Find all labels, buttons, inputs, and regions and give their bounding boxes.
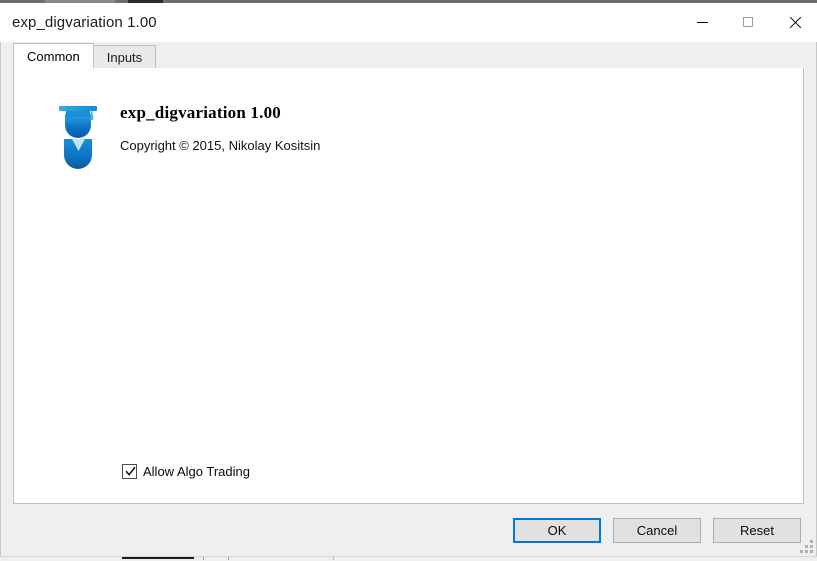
allow-algo-trading-label: Allow Algo Trading bbox=[143, 464, 250, 479]
background-tick-3 bbox=[333, 557, 334, 560]
cancel-button-label: Cancel bbox=[636, 522, 678, 538]
tab-common[interactable]: Common bbox=[13, 43, 94, 68]
maximize-button[interactable] bbox=[725, 3, 771, 41]
tab-inputs[interactable]: Inputs bbox=[92, 45, 157, 68]
product-copyright: Copyright © 2015, Nikolay Kositsin bbox=[120, 138, 321, 153]
window-title: exp_digvariation 1.00 bbox=[12, 13, 157, 31]
dialog-footer: OK Cancel Reset bbox=[1, 504, 816, 556]
dialog-window: exp_digvariation 1.00 Common Inputs exp_… bbox=[0, 3, 817, 557]
background-taskbar-segment bbox=[122, 557, 194, 559]
product-meta: exp_digvariation 1.00 Copyright © 2015, … bbox=[120, 95, 320, 153]
minimize-icon bbox=[696, 21, 708, 23]
resize-grip[interactable] bbox=[800, 540, 813, 553]
allow-algo-trading-row[interactable]: Allow Algo Trading bbox=[122, 464, 250, 479]
graduate-expert-icon bbox=[50, 99, 108, 171]
tab-common-label: Common bbox=[27, 48, 80, 64]
checkmark-icon bbox=[125, 466, 136, 476]
reset-button-label: Reset bbox=[740, 522, 774, 538]
window-body: Common Inputs exp_digvariation 1.00 Copy… bbox=[0, 42, 817, 557]
product-name: exp_digvariation 1.00 bbox=[120, 103, 281, 122]
background-tick-2 bbox=[228, 557, 229, 560]
tab-strip: Common Inputs bbox=[1, 42, 816, 68]
close-button[interactable] bbox=[771, 3, 817, 41]
background-window-bottom-edge bbox=[0, 556, 817, 561]
allow-algo-trading-checkbox[interactable] bbox=[122, 464, 137, 479]
ok-button-label: OK bbox=[547, 522, 567, 538]
cancel-button[interactable]: Cancel bbox=[613, 517, 701, 543]
title-bar: exp_digvariation 1.00 bbox=[0, 3, 817, 42]
tab-content-wrapper: exp_digvariation 1.00 Copyright © 2015, … bbox=[1, 67, 816, 504]
background-tick-1 bbox=[203, 557, 204, 560]
ok-button[interactable]: OK bbox=[513, 517, 601, 543]
maximize-icon bbox=[743, 17, 753, 27]
common-tab-panel: exp_digvariation 1.00 Copyright © 2015, … bbox=[13, 67, 804, 504]
close-icon bbox=[788, 16, 801, 29]
minimize-button[interactable] bbox=[679, 3, 725, 41]
window-controls bbox=[679, 3, 817, 41]
tab-inputs-label: Inputs bbox=[106, 49, 143, 65]
reset-button[interactable]: Reset bbox=[713, 517, 801, 543]
product-header: exp_digvariation 1.00 Copyright © 2015, … bbox=[50, 95, 320, 171]
